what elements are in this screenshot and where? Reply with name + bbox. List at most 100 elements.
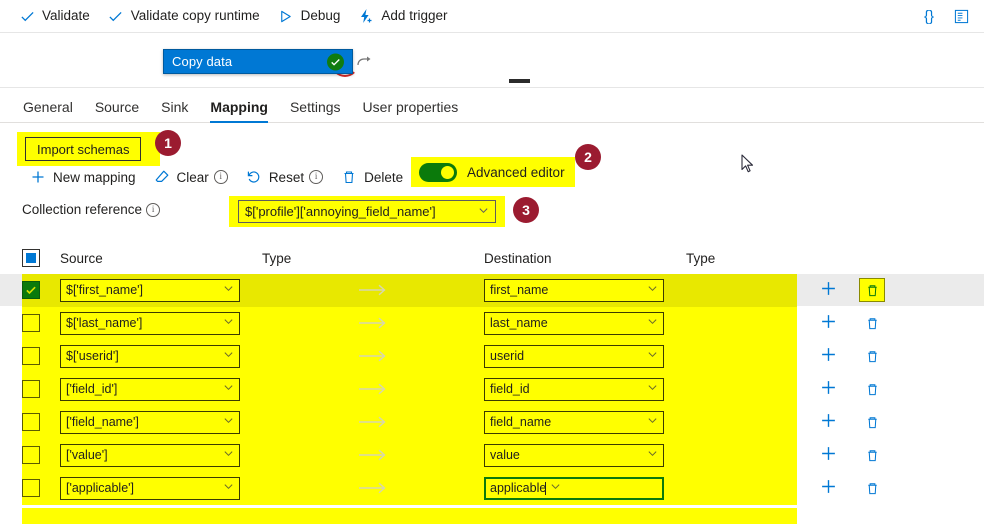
row-checkbox[interactable] <box>22 380 40 398</box>
row-checkbox[interactable] <box>22 281 40 299</box>
delete-row-icon[interactable] <box>859 311 885 335</box>
collection-reference-info-icon[interactable]: i <box>146 202 161 217</box>
clear-info-icon[interactable]: i <box>213 170 228 184</box>
debug-button[interactable]: Debug <box>269 0 350 32</box>
chevron-down-icon <box>647 316 658 330</box>
table-row[interactable]: ['value'] value <box>0 439 984 472</box>
delete-mapping-cell <box>850 443 894 467</box>
row-checkbox[interactable] <box>22 347 40 365</box>
destination-field[interactable]: applicable <box>484 476 664 500</box>
rerun-arrow-icon[interactable] <box>356 55 372 69</box>
source-cell: $['first_name'] <box>60 278 262 302</box>
green-check-badge <box>327 53 344 70</box>
copy-data-activity[interactable]: Copy data <box>163 49 353 74</box>
row-checkbox[interactable] <box>22 479 40 497</box>
delete-button[interactable]: Delete <box>341 164 421 190</box>
row-select-cell <box>22 479 60 497</box>
new-mapping-label: New mapping <box>53 169 136 185</box>
source-field[interactable]: ['applicable'] <box>60 476 240 500</box>
reset-button[interactable]: Reset i <box>246 164 341 190</box>
add-row-icon[interactable] <box>820 280 837 301</box>
text-caret <box>545 481 547 495</box>
tab-sink[interactable]: Sink <box>150 100 199 122</box>
clear-button[interactable]: Clear i <box>154 164 246 190</box>
checkmark-icon <box>19 8 35 24</box>
source-field[interactable]: $['first_name'] <box>60 278 240 302</box>
source-field[interactable]: ['field_name'] <box>60 410 240 434</box>
collection-reference-field[interactable]: $['profile']['annoying_field_name'] <box>238 200 496 223</box>
destination-field[interactable]: userid <box>484 344 664 368</box>
chevron-down-icon <box>223 316 234 330</box>
tab-mapping[interactable]: Mapping <box>199 100 279 123</box>
row-checkbox[interactable] <box>22 413 40 431</box>
checkbox-check-mark <box>26 286 36 295</box>
destination-field[interactable]: last_name <box>484 311 664 335</box>
validate-button[interactable]: Validate <box>10 0 99 32</box>
add-trigger-button[interactable]: Add trigger <box>349 0 456 32</box>
chevron-down-icon <box>223 481 234 495</box>
add-row-icon[interactable] <box>820 379 837 400</box>
table-body: $['first_name'] first_name $['last_name'] l… <box>0 274 984 505</box>
destination-cell: first_name <box>484 278 686 302</box>
tab-user-properties[interactable]: User properties <box>352 100 470 122</box>
advanced-editor-toggle[interactable]: Advanced editor <box>411 157 575 187</box>
validate-copy-runtime-button[interactable]: Validate copy runtime <box>99 0 269 32</box>
source-value: $['last_name'] <box>66 316 143 330</box>
reset-label: Reset <box>268 169 305 185</box>
source-cell: ['field_id'] <box>60 377 262 401</box>
delete-row-icon[interactable] <box>859 410 885 434</box>
clear-label: Clear <box>176 169 209 185</box>
destination-field[interactable]: value <box>484 443 664 467</box>
mapping-arrow-cell <box>262 382 484 396</box>
delete-row-icon[interactable] <box>859 278 885 302</box>
reset-info-icon[interactable]: i <box>309 170 324 184</box>
destination-field[interactable]: first_name <box>484 278 664 302</box>
tab-settings[interactable]: Settings <box>279 100 352 122</box>
select-all-checkbox[interactable] <box>22 249 40 267</box>
add-row-icon[interactable] <box>820 313 837 334</box>
destination-cell: applicable <box>484 476 686 500</box>
destination-field[interactable]: field_name <box>484 410 664 434</box>
table-row[interactable]: ['applicable'] applicable <box>0 472 984 505</box>
chevron-down-icon <box>223 283 234 297</box>
right-arrow-icon <box>359 416 386 428</box>
delete-row-icon[interactable] <box>859 377 885 401</box>
source-cell: $['userid'] <box>60 344 262 368</box>
toggle-switch[interactable] <box>419 162 457 182</box>
row-checkbox[interactable] <box>22 314 40 332</box>
properties-panel-icon[interactable] <box>946 1 976 31</box>
add-row-icon[interactable] <box>820 478 837 499</box>
tab-source[interactable]: Source <box>84 100 150 122</box>
mouse-cursor <box>741 154 755 177</box>
destination-value: value <box>490 448 520 462</box>
code-braces-icon[interactable]: {} <box>914 1 944 31</box>
table-row[interactable]: $['userid'] userid <box>0 340 984 373</box>
source-field[interactable]: $['last_name'] <box>60 311 240 335</box>
add-row-icon[interactable] <box>820 445 837 466</box>
destination-value: userid <box>490 349 525 363</box>
row-checkbox[interactable] <box>22 446 40 464</box>
chevron-down-icon <box>223 349 234 363</box>
table-row[interactable]: $['last_name'] last_name <box>0 307 984 340</box>
chevron-down-icon <box>550 481 561 495</box>
add-mapping-cell <box>806 478 850 499</box>
table-row[interactable]: ['field_id'] field_id <box>0 373 984 406</box>
header-type-destination: Type <box>686 250 716 266</box>
delete-row-icon[interactable] <box>859 344 885 368</box>
delete-row-icon[interactable] <box>859 476 885 500</box>
table-row[interactable]: $['first_name'] first_name <box>0 274 984 307</box>
import-schemas-button[interactable]: Import schemas <box>25 137 142 161</box>
source-value: ['field_id'] <box>66 382 118 396</box>
row-select-cell <box>22 380 60 398</box>
tab-general[interactable]: General <box>12 100 84 122</box>
mapping-arrow-cell <box>262 283 484 297</box>
source-field[interactable]: ['value'] <box>60 443 240 467</box>
delete-row-icon[interactable] <box>859 443 885 467</box>
table-row[interactable]: ['field_name'] field_name <box>0 406 984 439</box>
add-row-icon[interactable] <box>820 346 837 367</box>
destination-field[interactable]: field_id <box>484 377 664 401</box>
add-row-icon[interactable] <box>820 412 837 433</box>
source-field[interactable]: $['userid'] <box>60 344 240 368</box>
source-field[interactable]: ['field_id'] <box>60 377 240 401</box>
new-mapping-button[interactable]: New mapping <box>30 164 154 190</box>
